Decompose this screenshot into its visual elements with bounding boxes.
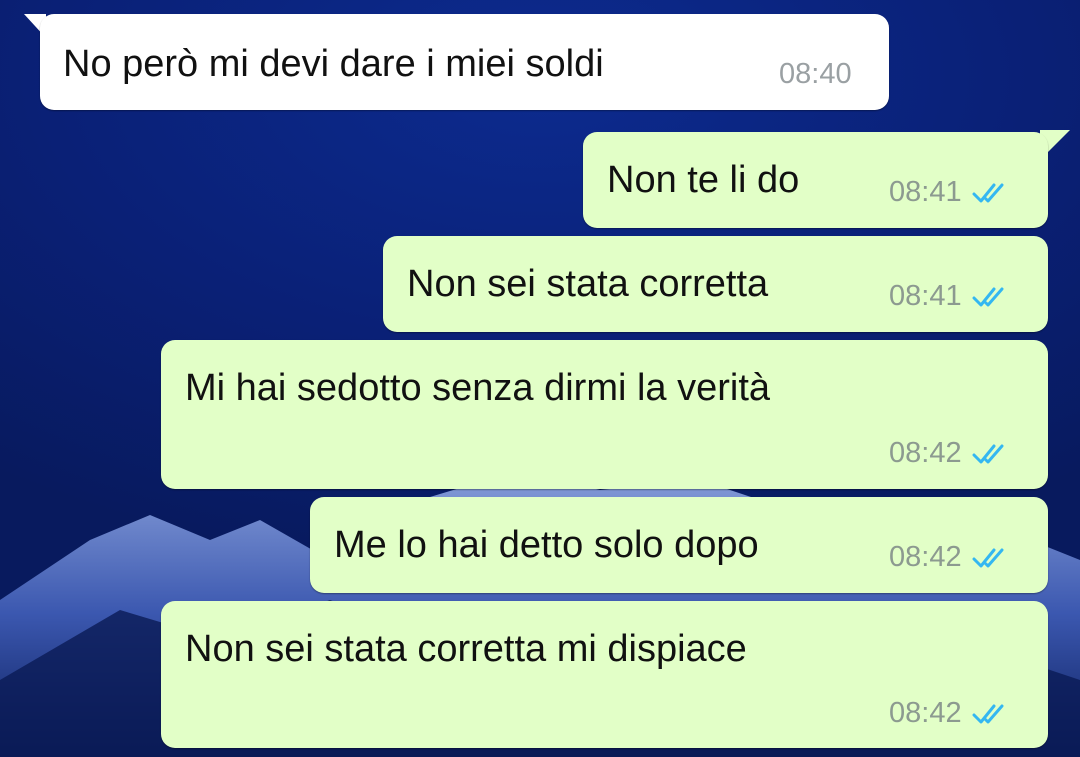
- message-time: 08:42: [889, 697, 962, 729]
- double-check-icon: [972, 548, 1004, 567]
- message-time: 08:41: [889, 176, 962, 208]
- message-bubble-outgoing[interactable]: Non te li do 08:41: [583, 132, 1048, 228]
- message-time: 08:40: [779, 58, 852, 90]
- message-bubble-outgoing[interactable]: Mi hai sedotto senza dirmi la verità 08:…: [161, 340, 1048, 489]
- message-meta: 08:42: [889, 437, 1012, 470]
- message-bubble-outgoing[interactable]: Non sei stata corretta 08:41: [383, 236, 1048, 332]
- message-bubble-outgoing[interactable]: Non sei stata corretta mi dispiace 08:42: [161, 601, 1048, 748]
- message-text: No però mi devi dare i miei soldi: [63, 43, 604, 85]
- message-meta: 08:41: [889, 176, 1012, 209]
- message-meta: 08:42: [889, 541, 1012, 574]
- message-text: Mi hai sedotto senza dirmi la verità: [185, 367, 771, 409]
- message-meta: 08:41: [889, 280, 1012, 313]
- message-bubble-incoming[interactable]: No però mi devi dare i miei soldi 08:40: [40, 14, 889, 110]
- message-time: 08:42: [889, 541, 962, 573]
- message-time: 08:41: [889, 280, 962, 312]
- message-text: Non sei stata corretta: [407, 263, 769, 305]
- double-check-icon: [972, 444, 1004, 463]
- message-meta: 08:40: [779, 58, 852, 91]
- double-check-icon: [972, 287, 1004, 306]
- double-check-icon: [972, 704, 1004, 723]
- message-bubble-outgoing[interactable]: Me lo hai detto solo dopo 08:42: [310, 497, 1048, 593]
- message-text: Non sei stata corretta mi dispiace: [185, 628, 747, 670]
- double-check-icon: [972, 183, 1004, 202]
- message-meta: 08:42: [889, 697, 1012, 730]
- message-text: Me lo hai detto solo dopo: [334, 524, 759, 566]
- message-text: Non te li do: [607, 159, 800, 201]
- message-time: 08:42: [889, 437, 962, 469]
